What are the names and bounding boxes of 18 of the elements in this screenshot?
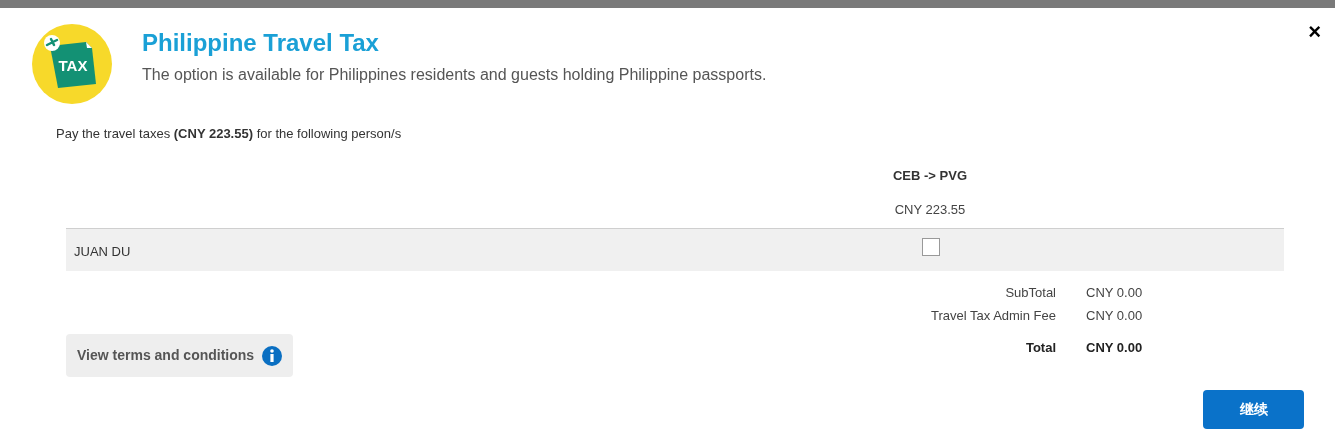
total-value: CNY 0.00 <box>1086 307 1144 325</box>
close-button[interactable]: × <box>1308 22 1321 42</box>
tax-document-icon: TAX <box>32 24 112 104</box>
terms-button[interactable]: View terms and conditions <box>66 334 294 377</box>
passenger-checkbox[interactable] <box>922 237 940 256</box>
total-value: CNY 0.00 <box>1086 283 1144 302</box>
info-icon <box>262 345 283 366</box>
total-value: CNY 0.00 <box>1086 338 1144 357</box>
continue-button[interactable]: 继续 <box>1203 390 1304 429</box>
total-label: Travel Tax Admin Fee <box>931 307 1056 325</box>
route-label: CEB -> PVG <box>892 166 967 185</box>
dialog-subtitle: The option is available for Philippines residents and guests holding Philippine passports. <box>142 65 767 85</box>
segment-price: CNY 223.55 <box>894 201 966 219</box>
total-label: Total <box>1025 338 1056 357</box>
total-label: SubTotal <box>1005 283 1056 302</box>
dialog-title: Philippine Travel Tax <box>142 28 380 58</box>
intro-text: Pay the travel taxes (CNY 223.55) for the following person/s <box>56 125 403 143</box>
passenger-name: JUAN DU <box>74 242 132 261</box>
